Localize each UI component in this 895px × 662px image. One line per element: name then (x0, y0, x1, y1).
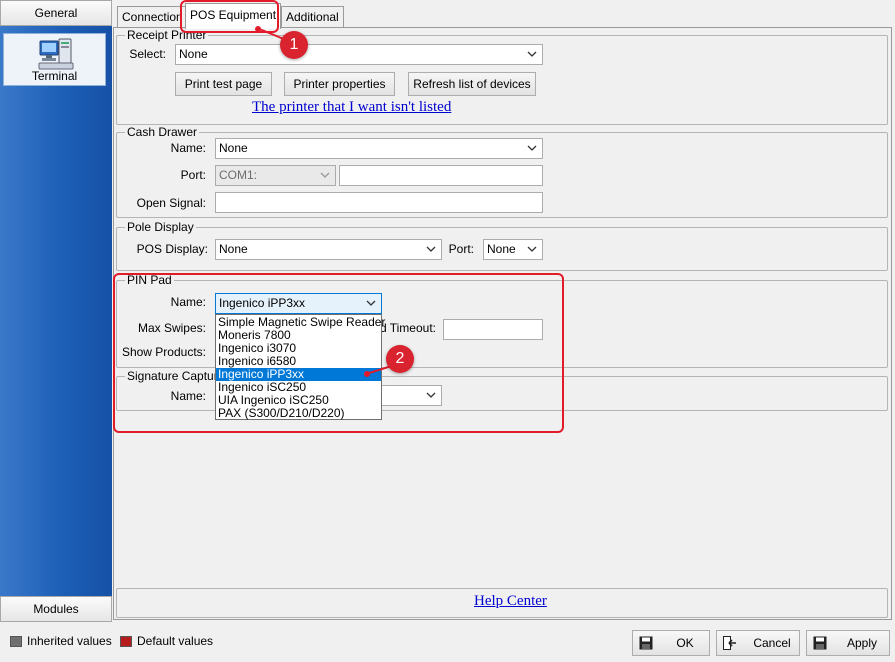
chevron-down-icon (527, 246, 537, 252)
open-signal-field[interactable] (215, 192, 543, 213)
cancel-icon (723, 636, 736, 650)
tab-additional[interactable]: Additional (281, 6, 344, 28)
pole-port-select[interactable]: None (483, 239, 543, 260)
cash-drawer-port-select: COM1: (215, 165, 336, 186)
nav-general-header[interactable]: General (0, 0, 112, 26)
default-values-swatch (120, 636, 132, 647)
cash-drawer-title: Cash Drawer (125, 125, 200, 139)
pos-display-label: POS Display: (136, 242, 208, 256)
inherited-values-label: Inherited values (27, 634, 112, 648)
annotation-highlight-pinpad (113, 273, 564, 433)
cash-drawer-port-value: COM1: (219, 168, 258, 182)
cash-drawer-name-label: Name: (170, 141, 206, 155)
ok-button[interactable]: OK (632, 630, 710, 656)
nav-modules-header[interactable]: Modules (0, 596, 112, 622)
save-icon (813, 636, 827, 650)
pole-display-title: Pole Display (125, 220, 196, 234)
refresh-devices-button[interactable]: Refresh list of devices (408, 72, 536, 96)
cash-drawer-name-value: None (219, 141, 248, 155)
save-icon (639, 636, 653, 650)
ok-label: OK (676, 636, 694, 650)
cash-drawer-port-field[interactable] (339, 165, 543, 186)
cancel-label: Cancel (753, 636, 791, 650)
tab-connection[interactable]: Connection (117, 6, 188, 28)
apply-button[interactable]: Apply (806, 630, 890, 656)
chevron-down-icon (320, 172, 330, 178)
left-navigation: General Terminal Modules (0, 0, 112, 622)
default-values-label: Default values (137, 634, 214, 648)
cash-drawer-name-select[interactable]: None (215, 138, 543, 159)
pos-display-select[interactable]: None (215, 239, 442, 260)
apply-label: Apply (846, 636, 878, 650)
chevron-down-icon (527, 145, 537, 151)
cash-drawer-port-label: Port: (180, 168, 206, 182)
receipt-printer-select-label: Select: (129, 47, 166, 61)
annotation-badge-2: 2 (386, 345, 414, 373)
chevron-down-icon (426, 246, 436, 252)
pos-display-value: None (219, 242, 248, 256)
annotation-badge-1: 1 (280, 31, 308, 59)
inherited-values-swatch (10, 636, 22, 647)
cancel-button[interactable]: Cancel (716, 630, 800, 656)
receipt-printer-select[interactable]: None (175, 44, 543, 65)
open-signal-label: Open Signal: (136, 196, 206, 210)
receipt-printer-select-value: None (179, 47, 208, 61)
pole-port-value: None (487, 242, 516, 256)
chevron-down-icon (527, 51, 537, 57)
printer-not-listed-link[interactable]: The printer that I want isn't listed (252, 99, 451, 116)
printer-properties-button[interactable]: Printer properties (284, 72, 395, 96)
print-test-page-button[interactable]: Print test page (175, 72, 272, 96)
nav-item-terminal-label: Terminal (31, 69, 78, 83)
pole-port-label: Port: (448, 242, 474, 256)
help-center-link[interactable]: Help Center (474, 593, 547, 610)
terminal-icon (38, 38, 74, 70)
nav-item-terminal[interactable]: Terminal (3, 33, 106, 86)
